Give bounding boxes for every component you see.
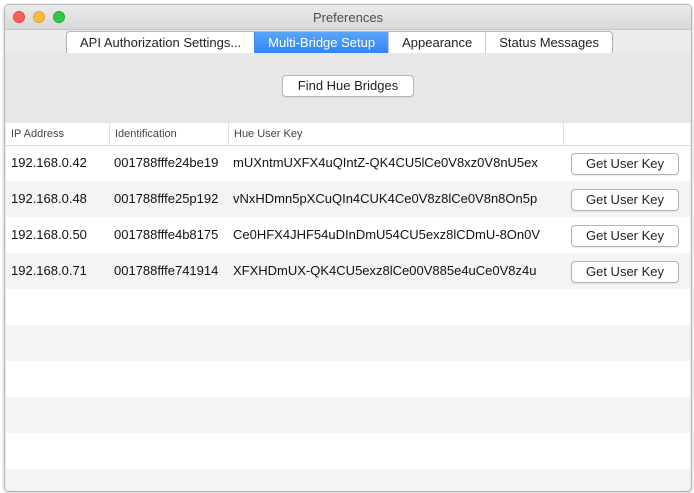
find-hue-bridges-button[interactable]: Find Hue Bridges bbox=[282, 75, 414, 97]
hue-user-key-cell: mUXntmUXFX4uQIntZ-QK4CU5lCe0V8xz0V8nU5ex bbox=[233, 155, 538, 170]
column-header-actions bbox=[564, 123, 690, 145]
table-row[interactable]: 192.168.0.50 001788fffe4b8175 Ce0HFX4JHF… bbox=[6, 217, 690, 253]
identification-cell: 001788fffe24be19 bbox=[114, 155, 219, 170]
empty-row bbox=[6, 469, 690, 490]
preferences-window: Preferences API Authorization Settings..… bbox=[4, 4, 692, 492]
empty-row bbox=[6, 289, 690, 325]
column-header-hue-user-key[interactable]: Hue User Key bbox=[229, 123, 564, 145]
bridges-table: IP Address Identification Hue User Key 1… bbox=[6, 123, 690, 490]
get-user-key-button[interactable]: Get User Key bbox=[571, 153, 679, 175]
ip-address-cell: 192.168.0.48 bbox=[11, 191, 87, 206]
title-bar[interactable]: Preferences bbox=[5, 5, 691, 30]
tab-appearance[interactable]: Appearance bbox=[388, 32, 485, 54]
identification-cell: 001788fffe741914 bbox=[114, 263, 219, 278]
column-header-identification[interactable]: Identification bbox=[110, 123, 229, 145]
table-row[interactable]: 192.168.0.48 001788fffe25p192 vNxHDmn5pX… bbox=[6, 181, 690, 217]
empty-row bbox=[6, 433, 690, 469]
ip-address-cell: 192.168.0.42 bbox=[11, 155, 87, 170]
table-header: IP Address Identification Hue User Key bbox=[6, 123, 690, 146]
hue-user-key-cell: vNxHDmn5pXCuQIn4CUK4Ce0V8z8lCe0V8n8On5p bbox=[233, 191, 538, 206]
window-title: Preferences bbox=[312, 10, 384, 25]
ip-address-cell: 192.168.0.50 bbox=[11, 227, 87, 242]
empty-row bbox=[6, 361, 690, 397]
get-user-key-button[interactable]: Get User Key bbox=[571, 225, 679, 247]
get-user-key-button[interactable]: Get User Key bbox=[571, 189, 679, 211]
tab-api-authorization[interactable]: API Authorization Settings... bbox=[67, 32, 254, 54]
table-row[interactable]: 192.168.0.71 001788fffe741914 XFXHDmUX-Q… bbox=[6, 253, 690, 289]
tab-multi-bridge-setup[interactable]: Multi-Bridge Setup bbox=[254, 32, 389, 54]
empty-row bbox=[6, 325, 690, 361]
tab-status-messages[interactable]: Status Messages bbox=[485, 32, 612, 54]
tab-bar: API Authorization Settings... Multi-Brid… bbox=[66, 31, 613, 55]
get-user-key-button[interactable]: Get User Key bbox=[571, 261, 679, 283]
empty-row bbox=[6, 397, 690, 433]
identification-cell: 001788fffe4b8175 bbox=[114, 227, 219, 242]
ip-address-cell: 192.168.0.71 bbox=[11, 263, 87, 278]
identification-cell: 001788fffe25p192 bbox=[114, 191, 219, 206]
hue-user-key-cell: Ce0HFX4JHF54uDInDmU54CU5exz8lCDmU-8On0V bbox=[233, 227, 541, 242]
column-header-ip-address[interactable]: IP Address bbox=[6, 123, 110, 145]
table-row[interactable]: 192.168.0.42 001788fffe24be19 mUXntmUXFX… bbox=[6, 145, 690, 181]
hue-user-key-cell: XFXHDmUX-QK4CU5exz8lCe00V885e4uCe0V8z4u bbox=[233, 263, 537, 278]
